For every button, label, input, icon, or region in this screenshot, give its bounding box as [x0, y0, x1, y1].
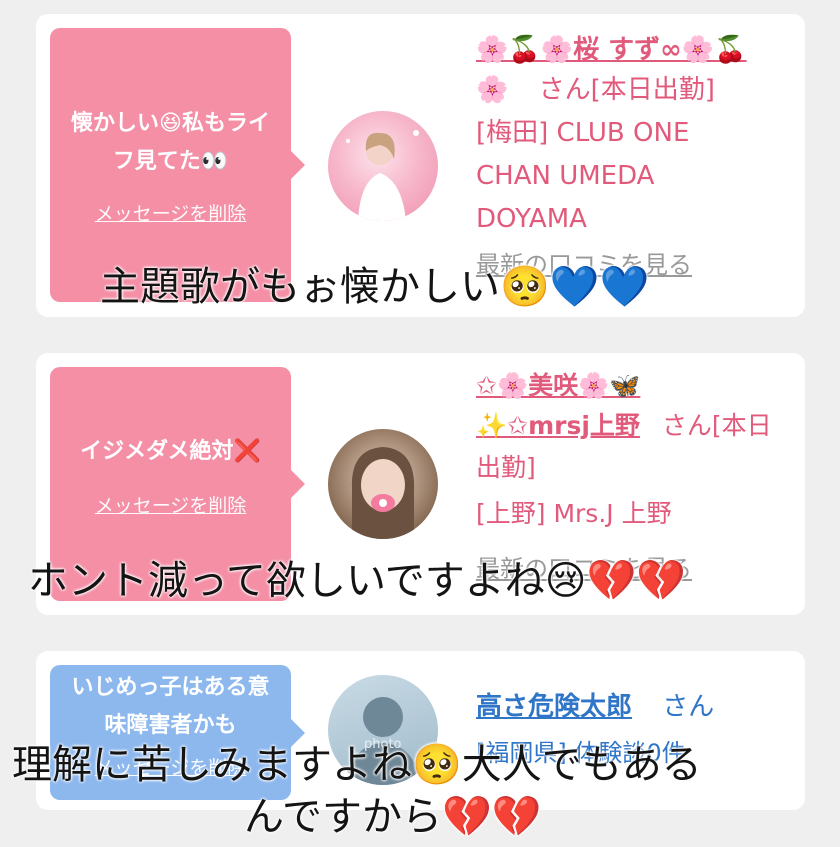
cast-suffix: さん — [662, 692, 715, 722]
caption-line-1: 主題歌がもぉ懐かしい🥺💙💙 — [100, 264, 650, 310]
avatar[interactable] — [328, 111, 438, 221]
caption-line-2: ホント減って欲しいですよね😢💔💔 — [28, 558, 687, 604]
avatar-photo — [346, 130, 419, 221]
cast-info: 🌸🍒🌸桜 すず∞🌸🍒 🌸 さん[本日出勤] [梅田] CLUB ONE CHAN… — [476, 32, 806, 280]
cast-name-link[interactable]: 高さ危険太郎 — [476, 692, 632, 722]
message-text: イジメダメ絶対❌ — [80, 438, 261, 464]
cast-name-link[interactable]: 🌸🍒🌸桜 すず∞🌸🍒 — [476, 35, 747, 65]
cast-suffix: さん[本日出勤] — [538, 75, 715, 105]
caption-line-3: 理解に苦しみますよね🥺大人でもある — [12, 742, 702, 788]
delete-message-link[interactable]: メッセージを削除 — [95, 491, 247, 518]
cast-name-link[interactable]: ✩🌸美咲🌸🦋 — [476, 371, 640, 400]
avatar[interactable] — [328, 429, 438, 539]
delete-message-link[interactable]: メッセージを削除 — [95, 199, 247, 226]
avatar-photo — [351, 447, 415, 539]
caption-line-4: んですから💔💔 — [244, 794, 542, 840]
message-text: 懐かしい😆私もライフ見てた👀 — [71, 110, 270, 174]
shop-name: [梅田] CLUB ONE CHAN UMEDA DOYAMA — [476, 118, 690, 234]
shop-name: [上野] Mrs.J 上野 — [476, 499, 672, 528]
cast-name-continued: 🌸 — [476, 75, 509, 105]
cast-name-continued[interactable]: ✨✩mrsj上野 — [476, 411, 640, 440]
